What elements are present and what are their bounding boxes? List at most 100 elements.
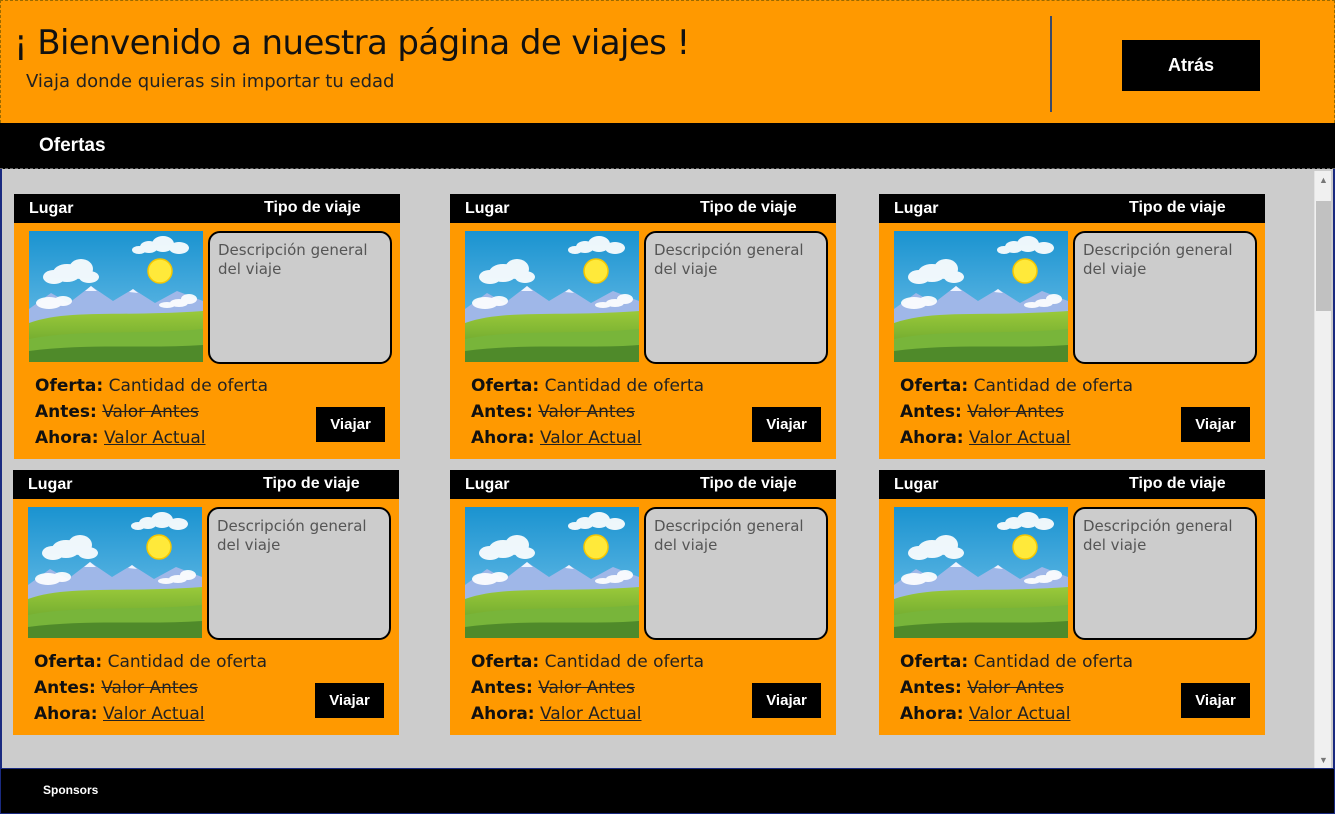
card-header: Lugar Tipo de viaje — [879, 470, 1265, 499]
now-value[interactable]: Valor Actual — [969, 704, 1071, 724]
offer-label: Oferta: — [471, 652, 540, 672]
card-offer: Oferta: Cantidad de oferta — [35, 373, 268, 399]
before-label: Antes: — [471, 402, 533, 422]
now-value[interactable]: Valor Actual — [540, 428, 642, 448]
card-description: Descripción general del viaje — [1073, 507, 1257, 640]
now-value[interactable]: Valor Actual — [969, 428, 1071, 448]
landscape-image — [465, 507, 639, 638]
before-value: Valor Antes — [967, 678, 1064, 698]
before-label: Antes: — [34, 678, 96, 698]
travel-button[interactable]: Viajar — [752, 683, 821, 718]
travel-button[interactable]: Viajar — [316, 407, 385, 442]
now-label: Ahora: — [471, 428, 535, 448]
card-before: Antes: Valor Antes — [900, 399, 1064, 425]
card-header: Lugar Tipo de viaje — [13, 470, 399, 499]
card-place: Lugar — [894, 200, 939, 217]
offer-value: Cantidad de oferta — [973, 376, 1134, 396]
now-label: Ahora: — [34, 704, 98, 724]
card-description: Descripción general del viaje — [207, 507, 391, 640]
offer-label: Oferta: — [900, 652, 969, 672]
footer: Sponsors — [0, 768, 1335, 814]
travel-button[interactable]: Viajar — [315, 683, 384, 718]
offer-label: Oferta: — [35, 376, 104, 396]
landscape-image — [894, 231, 1068, 362]
scrollbar[interactable]: ▲ ▼ — [1314, 171, 1331, 768]
card-offer: Oferta: Cantidad de oferta — [900, 373, 1133, 399]
card-description: Descripción general del viaje — [1073, 231, 1257, 364]
offer-card: Lugar Tipo de viaje Descripción general … — [13, 470, 399, 735]
travel-button[interactable]: Viajar — [1181, 683, 1250, 718]
offer-card: Lugar Tipo de viaje Descripción general … — [450, 470, 836, 735]
now-label: Ahora: — [900, 428, 964, 448]
card-offer: Oferta: Cantidad de oferta — [34, 649, 267, 675]
offer-card: Lugar Tipo de viaje Descripción general … — [450, 194, 836, 459]
card-offer: Oferta: Cantidad de oferta — [471, 649, 704, 675]
card-before: Antes: Valor Antes — [471, 399, 635, 425]
offer-label: Oferta: — [471, 376, 540, 396]
header-divider — [1050, 16, 1052, 112]
chevron-down-icon[interactable]: ▼ — [1315, 751, 1332, 768]
now-label: Ahora: — [900, 704, 964, 724]
card-trip-type: Tipo de viaje — [263, 475, 360, 492]
card-now: Ahora: Valor Actual — [900, 425, 1071, 451]
card-offer: Oferta: Cantidad de oferta — [471, 373, 704, 399]
card-place: Lugar — [894, 476, 939, 493]
card-before: Antes: Valor Antes — [471, 675, 635, 701]
card-now: Ahora: Valor Actual — [34, 701, 205, 727]
offer-card: Lugar Tipo de viaje Descripción general … — [879, 470, 1265, 735]
card-trip-type: Tipo de viaje — [1129, 475, 1226, 492]
header: ¡ Bienvenido a nuestra página de viajes … — [0, 0, 1335, 123]
card-description: Descripción general del viaje — [208, 231, 392, 364]
landscape-image — [29, 231, 203, 362]
now-label: Ahora: — [35, 428, 99, 448]
card-trip-type: Tipo de viaje — [700, 199, 797, 216]
card-before: Antes: Valor Antes — [900, 675, 1064, 701]
before-label: Antes: — [471, 678, 533, 698]
now-value[interactable]: Valor Actual — [104, 428, 206, 448]
before-label: Antes: — [900, 678, 962, 698]
offer-label: Oferta: — [34, 652, 103, 672]
card-now: Ahora: Valor Actual — [471, 425, 642, 451]
card-now: Ahora: Valor Actual — [35, 425, 206, 451]
card-before: Antes: Valor Antes — [34, 675, 198, 701]
footer-sponsors: Sponsors — [43, 783, 99, 797]
card-header: Lugar Tipo de viaje — [450, 470, 836, 499]
card-offer: Oferta: Cantidad de oferta — [900, 649, 1133, 675]
landscape-image — [894, 507, 1068, 638]
before-value: Valor Antes — [967, 402, 1064, 422]
card-header: Lugar Tipo de viaje — [450, 194, 836, 223]
landscape-image — [28, 507, 202, 638]
card-place: Lugar — [29, 200, 74, 217]
offer-label: Oferta: — [900, 376, 969, 396]
page-subtitle: Viaja donde quieras sin importar tu edad — [26, 71, 395, 92]
now-value[interactable]: Valor Actual — [540, 704, 642, 724]
card-now: Ahora: Valor Actual — [471, 701, 642, 727]
offer-value: Cantidad de oferta — [544, 376, 705, 396]
card-trip-type: Tipo de viaje — [700, 475, 797, 492]
offer-value: Cantidad de oferta — [108, 376, 269, 396]
card-place: Lugar — [28, 476, 73, 493]
card-header: Lugar Tipo de viaje — [879, 194, 1265, 223]
card-place: Lugar — [465, 476, 510, 493]
card-now: Ahora: Valor Actual — [900, 701, 1071, 727]
scroll-thumb[interactable] — [1316, 201, 1331, 311]
offer-card: Lugar Tipo de viaje Descripción general … — [879, 194, 1265, 459]
card-place: Lugar — [465, 200, 510, 217]
nav-offers[interactable]: Ofertas — [39, 135, 106, 157]
back-button[interactable]: Atrás — [1122, 40, 1260, 91]
page-title: ¡ Bienvenido a nuestra página de viajes … — [14, 23, 690, 63]
card-header: Lugar Tipo de viaje — [14, 194, 400, 223]
before-label: Antes: — [900, 402, 962, 422]
landscape-image — [465, 231, 639, 362]
now-value[interactable]: Valor Actual — [103, 704, 205, 724]
chevron-up-icon[interactable]: ▲ — [1315, 171, 1332, 188]
before-value: Valor Antes — [101, 678, 198, 698]
card-description: Descripción general del viaje — [644, 231, 828, 364]
travel-button[interactable]: Viajar — [1181, 407, 1250, 442]
offers-panel: Lugar Tipo de viaje Descripción general … — [0, 169, 1335, 768]
before-value: Valor Antes — [538, 678, 635, 698]
offer-value: Cantidad de oferta — [107, 652, 268, 672]
offer-value: Cantidad de oferta — [973, 652, 1134, 672]
travel-button[interactable]: Viajar — [752, 407, 821, 442]
now-label: Ahora: — [471, 704, 535, 724]
